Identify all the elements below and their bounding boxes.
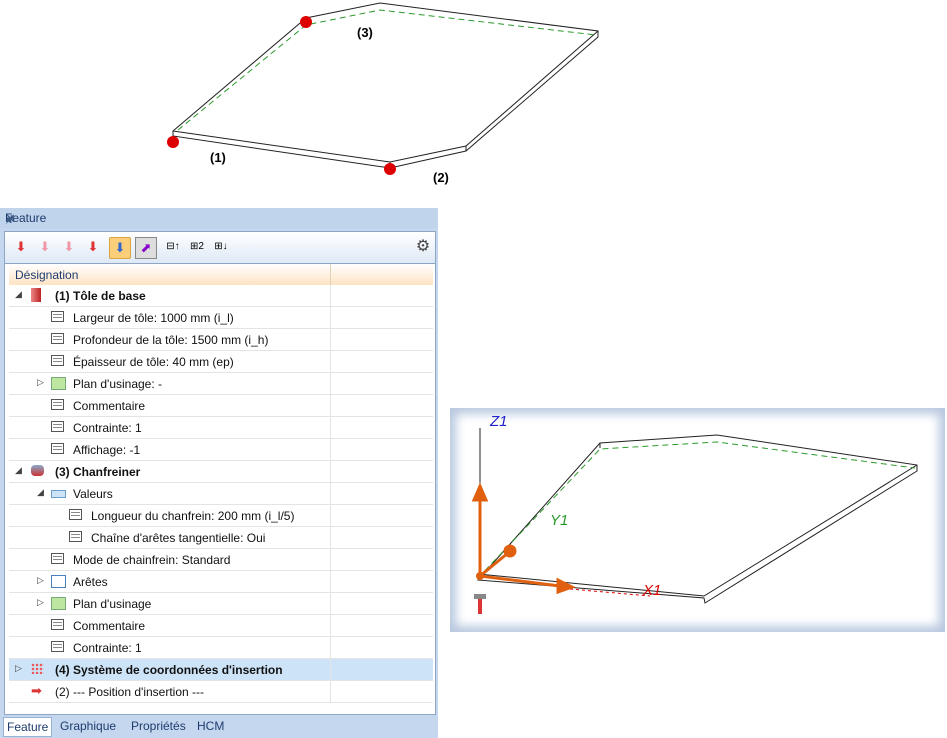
tab-proprietes[interactable]: Propriétés [131,719,186,733]
expand-icon[interactable]: ▷ [15,663,22,674]
row-label: Plan d'usinage: - [73,377,163,391]
close-icon[interactable]: ✕ [5,211,432,227]
label-1: (1) [210,150,226,165]
row-label: (3) Chanfreiner [55,465,141,479]
expand-level-icon[interactable]: ⊞2 [187,237,207,257]
parameter-icon [69,509,82,520]
collapse-all-icon[interactable]: ⊟↑ [163,237,183,257]
expand-all-icon[interactable]: ⊞↓ [211,237,231,257]
vertex-point [300,16,312,28]
tree-row[interactable]: ▷ (4) Système de coordonnées d'insertion [9,659,433,681]
active-insert-icon[interactable]: ⬇ [109,237,131,259]
panel-titlebar: Feature 🖈 ✕ [0,208,438,228]
3d-viewport[interactable]: Z1 Y1 X1 [450,408,945,632]
row-label: Commentaire [73,399,146,413]
hammer-icon [474,594,486,614]
sheet-metal-icon [31,288,41,302]
tab-graphique[interactable]: Graphique [60,719,116,733]
parameter-icon [69,531,82,542]
parameter-icon [51,553,64,564]
tree-row[interactable]: Largeur de tôle: 1000 mm (i_l) [9,307,433,329]
tab-feature[interactable]: Feature [3,717,53,737]
label-3: (3) [357,25,373,40]
coordinate-system-icon [31,663,44,674]
collapse-icon[interactable]: ◢ [15,289,22,300]
row-label: Contrainte: 1 [73,641,142,655]
parameter-icon [51,333,64,344]
row-label: Contrainte: 1 [73,421,142,435]
parameter-icon [51,619,64,630]
parameter-icon [51,399,64,410]
toolbar: ⬇ ⬇ ⬇ ⬇ ⬇ ⬈ ⊟↑ ⊞2 ⊞↓ ⚙ [4,231,436,264]
row-label: (2) --- Position d'insertion --- [55,685,204,699]
insert-disabled-icon[interactable]: ⬇ [59,237,79,257]
tree-row[interactable]: Contrainte: 1 [9,637,433,659]
tree-row[interactable]: Chaîne d'arêtes tangentielle: Oui [9,527,433,549]
row-label: Affichage: -1 [73,443,141,457]
chamfer-icon [31,465,44,476]
plane-icon [51,377,66,390]
tree-row[interactable]: Profondeur de la tôle: 1500 mm (i_h) [9,329,433,351]
gear-icon[interactable]: ⚙ [413,237,433,257]
tree-row[interactable]: Longueur du chanfrein: 200 mm (i_l/5) [9,505,433,527]
tree-row[interactable]: Affichage: -1 [9,439,433,461]
row-label: Largeur de tôle: 1000 mm (i_l) [73,311,234,325]
tree-row[interactable]: ◢ (3) Chanfreiner [9,461,433,483]
parameter-icon [51,641,64,652]
expand-icon[interactable]: ▷ [37,377,44,388]
parameter-icon [51,443,64,454]
row-label: Commentaire [73,619,146,633]
expand-icon[interactable]: ▷ [37,597,44,608]
row-label: Plan d'usinage [73,597,152,611]
collapse-icon[interactable]: ◢ [37,487,44,498]
row-label: (1) Tôle de base [55,289,146,303]
jump-icon[interactable]: ⬈ [135,237,157,259]
insert-feature-icon[interactable]: ⬇ [11,237,31,257]
tree-row[interactable]: ◢ (1) Tôle de base [9,285,433,307]
axis-z-label: Z1 [489,413,508,430]
tree-row[interactable]: ▷ Plan d'usinage: - [9,373,433,395]
panel-tabs: Feature Graphique Propriétés HCM [0,715,438,738]
row-label: Épaisseur de tôle: 40 mm (ep) [73,355,234,369]
axis-x-label: X1 [642,582,661,599]
row-label: Profondeur de la tôle: 1500 mm (i_h) [73,333,269,347]
tree-row[interactable]: ◢ Valeurs [9,483,433,505]
row-label: Arêtes [73,575,108,589]
insert-edit-icon[interactable]: ⬇ [83,237,103,257]
column-header-designation[interactable]: Désignation [9,264,433,285]
parameter-icon [51,355,64,366]
edges-icon [51,575,66,588]
tree-row[interactable]: Commentaire [9,615,433,637]
feature-panel: Feature 🖈 ✕ ⬇ ⬇ ⬇ ⬇ ⬇ ⬈ ⊟↑ ⊞2 ⊞↓ ⚙ Désig… [0,208,438,738]
collapse-icon[interactable]: ◢ [15,465,22,476]
feature-tree: Désignation ◢ (1) Tôle de base Largeur de … [4,263,436,715]
arrow-icon: ➡ [31,683,42,698]
parameter-icon [51,421,64,432]
tree-row[interactable]: ▷ Plan d'usinage [9,593,433,615]
insert-disabled-icon[interactable]: ⬇ [35,237,55,257]
row-label: Valeurs [73,487,113,501]
row-label: Mode de chainfrein: Standard [73,553,231,567]
parameter-icon [51,311,64,322]
axis-y-label: Y1 [550,512,568,529]
row-label: (4) Système de coordonnées d'insertion [55,663,283,677]
tree-row[interactable]: Commentaire [9,395,433,417]
label-2: (2) [433,170,449,185]
vertex-point [384,163,396,175]
expand-icon[interactable]: ▷ [37,575,44,586]
row-label: Longueur du chanfrein: 200 mm (i_l/5) [91,509,295,523]
tree-row[interactable]: ➡ (2) --- Position d'insertion --- [9,681,433,703]
sheet-drawing-top: (3) (1) (2) [167,2,599,185]
row-label: Chaîne d'arêtes tangentielle: Oui [91,531,266,545]
vertex-point [167,136,179,148]
tree-row[interactable]: ▷ Arêtes [9,571,433,593]
tab-hcm[interactable]: HCM [197,719,224,733]
plane-icon [51,597,66,610]
viewport-drawing: Z1 Y1 X1 [471,413,918,614]
values-icon [51,490,66,498]
tree-row[interactable]: Mode de chainfrein: Standard [9,549,433,571]
tree-row[interactable]: Épaisseur de tôle: 40 mm (ep) [9,351,433,373]
tree-row[interactable]: Contrainte: 1 [9,417,433,439]
